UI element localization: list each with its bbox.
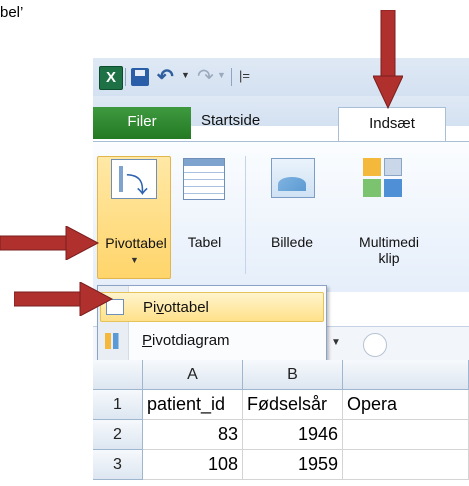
picture-label: Billede xyxy=(270,234,314,250)
picture-icon xyxy=(271,158,315,198)
table-label: Tabel xyxy=(187,234,222,250)
toolbar-separator xyxy=(231,68,232,86)
right-arrow-indicator xyxy=(14,282,114,316)
clipart-button[interactable]: Multimedi klip xyxy=(329,156,449,266)
cell-a1[interactable]: patient_id xyxy=(143,390,243,420)
clipart-icon xyxy=(363,158,403,198)
redo-icon[interactable]: ↷ xyxy=(197,64,214,89)
ribbon-group-separator xyxy=(245,156,246,274)
clipart-label-line2: klip xyxy=(378,250,400,266)
cell-b2[interactable]: 1946 xyxy=(243,420,343,450)
insert-function-icon[interactable] xyxy=(363,333,387,357)
select-all-corner[interactable] xyxy=(93,360,143,390)
cell-c2[interactable] xyxy=(343,420,469,450)
cell-a2[interactable]: 83 xyxy=(143,420,243,450)
undo-icon[interactable]: ↶ xyxy=(157,64,174,89)
quick-access-toolbar: X ↶ ▼ ↷ ▼ |= xyxy=(93,58,469,96)
tab-file[interactable]: Filer xyxy=(93,107,191,139)
customize-toolbar-icon[interactable]: |= xyxy=(239,68,250,83)
pivot-chart-icon xyxy=(105,333,123,349)
chevron-down-icon: ▼ xyxy=(130,255,139,265)
column-header-a[interactable]: A xyxy=(143,360,243,390)
cell-c1[interactable]: Opera xyxy=(343,390,469,420)
table-button[interactable]: Tabel xyxy=(177,156,232,250)
tab-home[interactable]: Startside xyxy=(201,112,260,129)
row-header[interactable]: 1 xyxy=(93,390,143,420)
down-arrow-indicator xyxy=(373,10,403,110)
pivottable-dropdown-menu: Pivottabel Pivotdiagram xyxy=(97,285,327,365)
cell-b3[interactable]: 1959 xyxy=(243,450,343,480)
excel-window: X ↶ ▼ ↷ ▼ |= Filer Startside Indsæt Pivo… xyxy=(93,58,469,486)
menu-item-label: Pivotdiagram xyxy=(142,332,230,349)
undo-dropdown-icon[interactable]: ▼ xyxy=(181,70,190,80)
clipart-label-line1: Multimedi xyxy=(359,234,419,250)
spreadsheet-grid: A B 1 patient_id Fødselsår Opera 2 83 19… xyxy=(93,360,469,486)
row-header[interactable]: 2 xyxy=(93,420,143,450)
redo-dropdown-icon[interactable]: ▼ xyxy=(217,70,226,80)
column-header-b[interactable]: B xyxy=(243,360,343,390)
toolbar-separator xyxy=(125,68,126,86)
cell-b1[interactable]: Fødselsår xyxy=(243,390,343,420)
name-box-dropdown-icon[interactable]: ▼ xyxy=(331,337,341,348)
clipart-label: Multimedi klip xyxy=(329,234,449,266)
excel-app-icon[interactable]: X xyxy=(99,66,123,90)
pivottable-label: Pivottabel xyxy=(105,235,167,251)
menu-item-pivotchart[interactable]: Pivotdiagram xyxy=(100,326,324,356)
menu-item-label: Pivottabel xyxy=(143,299,209,316)
ribbon-panel: Pivottabel ▼ Tabel Billede Multimedi kli… xyxy=(93,141,469,292)
pivottable-button[interactable]: Pivottabel ▼ xyxy=(97,156,171,279)
column-header-c[interactable] xyxy=(343,360,469,390)
table-icon xyxy=(183,158,225,200)
cell-c3[interactable] xyxy=(343,450,469,480)
intro-text: bel’ xyxy=(0,4,24,21)
row-header[interactable]: 3 xyxy=(93,450,143,480)
tab-insert[interactable]: Indsæt xyxy=(338,107,446,141)
cell-a3[interactable]: 108 xyxy=(143,450,243,480)
save-icon[interactable] xyxy=(131,68,149,86)
pivot-table-icon xyxy=(111,159,157,200)
menu-item-pivottable[interactable]: Pivottabel xyxy=(100,292,324,322)
picture-button[interactable]: Billede xyxy=(257,156,327,250)
right-arrow-indicator xyxy=(0,226,100,260)
